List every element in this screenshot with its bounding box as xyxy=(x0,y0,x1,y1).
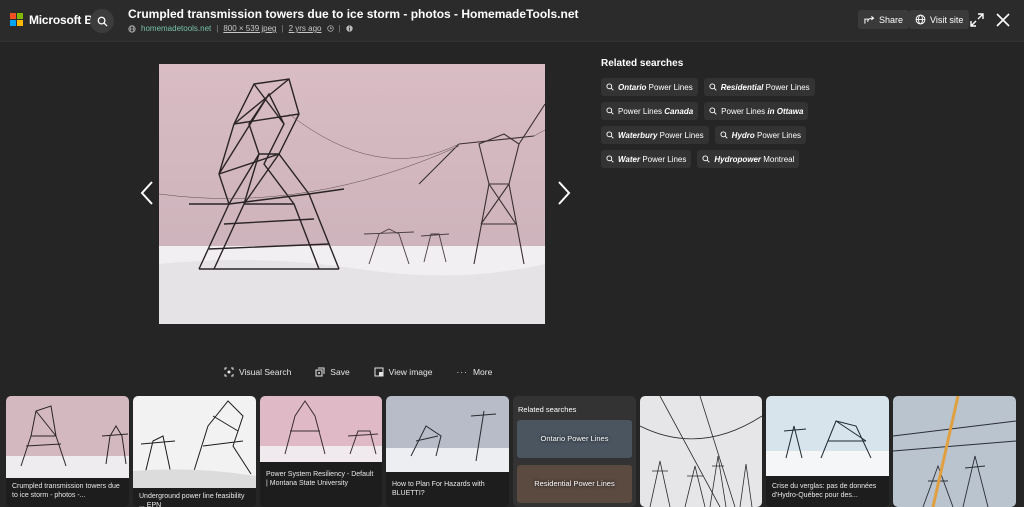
share-label: Share xyxy=(879,14,904,25)
search-icon xyxy=(709,107,717,115)
related-image-card[interactable] xyxy=(893,396,1016,507)
image-dimensions[interactable]: 800 × 539 jpeg xyxy=(223,24,276,33)
related-images-strip: Crumpled transmission towers due to ice … xyxy=(0,394,1024,507)
related-image-card[interactable] xyxy=(640,396,762,507)
save-label: Save xyxy=(330,367,350,377)
save-button[interactable]: Save xyxy=(315,367,350,377)
thumbnail-image xyxy=(386,396,509,472)
image-title[interactable]: Crumpled transmission towers due to ice … xyxy=(128,7,579,21)
chevron-left-icon xyxy=(140,181,153,205)
clock-icon xyxy=(326,25,334,32)
visit-site-label: Visit site xyxy=(930,14,964,25)
source-domain-link[interactable]: homemadetools.net xyxy=(141,24,211,33)
search-icon xyxy=(709,83,717,91)
share-button[interactable]: Share xyxy=(858,10,910,29)
more-button[interactable]: ··· More xyxy=(456,367,492,377)
divider: | xyxy=(338,24,341,33)
related-chip[interactable]: Ontario Power Lines xyxy=(601,78,698,96)
microsoft-logo-icon xyxy=(10,13,24,27)
expand-icon xyxy=(970,13,984,27)
search-icon xyxy=(606,83,614,91)
thumbnail-image xyxy=(260,396,382,462)
previous-image-button[interactable] xyxy=(137,178,157,208)
search-icon xyxy=(97,16,108,27)
related-image-card[interactable]: Crumpled transmission towers due to ice … xyxy=(6,396,129,507)
thumbnail-caption: How to Plan For Hazards with BLUETTI? xyxy=(392,481,485,497)
related-image-card[interactable]: Power System Resiliency - Default | Mont… xyxy=(260,396,382,507)
visit-site-button[interactable]: Visit site xyxy=(909,10,970,29)
thumbnail-image xyxy=(6,396,129,478)
thumbnail-image xyxy=(640,396,762,507)
thumbnail-caption: Underground power line feasibility ... E… xyxy=(139,493,245,507)
related-searches-list: Ontario Power Lines Residential Power Li… xyxy=(601,78,821,174)
related-search-tile-ontario[interactable]: Ontario Power Lines xyxy=(517,420,632,458)
main-image[interactable] xyxy=(159,64,545,324)
related-searches-card-title: Related searches xyxy=(518,405,577,414)
share-icon xyxy=(864,15,875,24)
thumbnail-caption: Crise du verglas: pas de données d'Hydro… xyxy=(772,483,877,499)
related-image-card[interactable]: Underground power line feasibility ... E… xyxy=(133,396,256,507)
search-button[interactable] xyxy=(90,9,114,33)
divider: | xyxy=(216,24,219,33)
related-chip[interactable]: Hydropower Montreal xyxy=(697,150,800,168)
related-searches-heading: Related searches xyxy=(601,58,684,69)
divider: | xyxy=(281,24,284,33)
related-chip[interactable]: Power Lines Canada xyxy=(601,102,699,120)
related-chip[interactable]: Water Power Lines xyxy=(601,150,692,168)
related-chip[interactable]: Residential Power Lines xyxy=(703,78,815,96)
related-searches-card: Related searches Ontario Power Lines Res… xyxy=(513,396,636,507)
more-label: More xyxy=(472,367,493,377)
related-chip[interactable]: Hydro Power Lines xyxy=(714,126,807,144)
view-image-label: View image xyxy=(388,367,433,377)
save-icon xyxy=(315,367,325,377)
thumbnail-caption: Power System Resiliency - Default | Mont… xyxy=(266,471,374,487)
view-image-button[interactable]: View image xyxy=(374,367,433,377)
thumbnail-image xyxy=(133,396,256,488)
close-icon xyxy=(996,13,1010,27)
globe-icon xyxy=(128,24,136,33)
search-icon xyxy=(606,107,614,115)
search-icon xyxy=(606,131,614,139)
search-icon xyxy=(606,155,614,163)
image-meta: homemadetools.net | 800 × 539 jpeg | 2 y… xyxy=(128,24,353,33)
related-image-card[interactable]: Crise du verglas: pas de données d'Hydro… xyxy=(766,396,889,507)
image-actions: Visual Search Save View image ··· More xyxy=(224,367,492,377)
globe-icon xyxy=(915,14,926,25)
search-icon xyxy=(720,131,728,139)
close-button[interactable] xyxy=(993,10,1013,30)
expand-button[interactable] xyxy=(967,10,987,30)
search-icon xyxy=(702,155,711,163)
thumbnail-image xyxy=(893,396,1016,507)
header-bar: Microsoft Bing Crumpled transmission tow… xyxy=(0,0,1024,42)
related-chip[interactable]: Power Lines in Ottawa xyxy=(704,102,809,120)
related-search-tile-residential[interactable]: Residential Power Lines xyxy=(517,465,632,503)
view-image-icon xyxy=(374,367,384,377)
visual-search-icon xyxy=(224,367,234,377)
related-chip[interactable]: Waterbury Power Lines xyxy=(601,126,709,144)
info-icon[interactable] xyxy=(345,25,353,32)
visual-search-label: Visual Search xyxy=(239,367,292,377)
image-age[interactable]: 2 yrs ago xyxy=(289,24,322,33)
related-image-card[interactable]: How to Plan For Hazards with BLUETTI? xyxy=(386,396,509,507)
next-image-button[interactable] xyxy=(554,178,574,208)
thumbnail-caption: Crumpled transmission towers due to ice … xyxy=(12,483,120,499)
thumbnail-image xyxy=(766,396,889,476)
visual-search-button[interactable]: Visual Search xyxy=(224,367,291,377)
chevron-right-icon xyxy=(558,181,571,205)
more-icon: ··· xyxy=(456,367,468,377)
